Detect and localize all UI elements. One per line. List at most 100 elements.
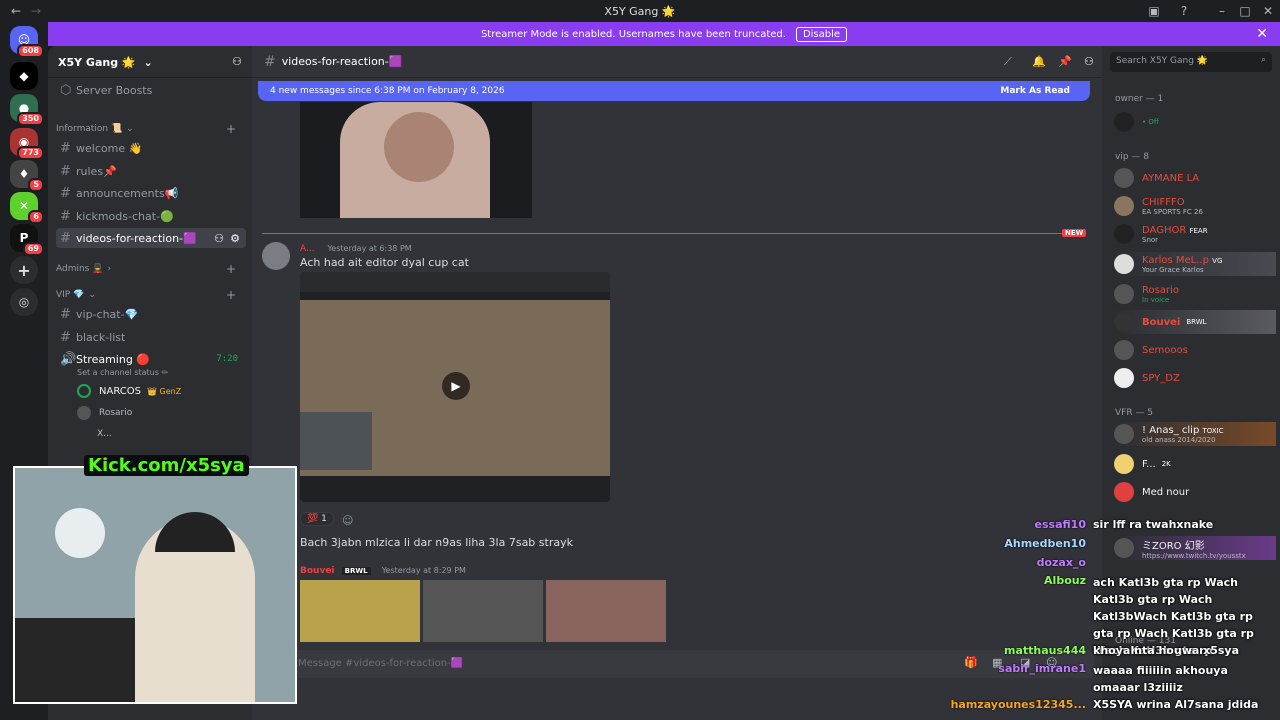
member-activity: old anass 2014/2020 [1142, 435, 1216, 444]
member-group-header: vip — 8 [1115, 152, 1149, 162]
invite-people-icon[interactable]: ⚇ [232, 55, 242, 68]
category-admins[interactable]: Admins 💂 › + [56, 262, 246, 276]
video-thumbnail[interactable] [423, 580, 543, 642]
server-icon[interactable]: ◉ 773 [10, 128, 44, 160]
video-thumbnail[interactable] [300, 580, 420, 642]
play-icon[interactable]: ▶ [442, 372, 470, 400]
chat-message: X5SYA wrina Al7sana jdida [1093, 698, 1259, 711]
chevron-right-icon: › [107, 264, 112, 274]
server-icon[interactable]: P 69 [10, 224, 44, 256]
server-boosts[interactable]: ⬡ Server Boosts [56, 80, 246, 100]
composer-placeholder: Message #videos-for-reaction-🟪 [298, 658, 464, 669]
channel-rules[interactable]: # rules📌 [56, 161, 246, 181]
member-item[interactable]: Med nour [1114, 480, 1276, 504]
hash-icon: # [60, 185, 71, 201]
guild-tag: FEAR [1189, 226, 1208, 235]
new-messages-bar[interactable]: 4 new messages since 6:38 PM on February… [258, 81, 1090, 101]
member-item[interactable]: Karlos MeL..p VG Your Grace Karlos [1114, 252, 1276, 276]
channel-vip-chat[interactable]: # vip-chat-💎 [56, 304, 246, 324]
avatar[interactable] [262, 242, 290, 270]
channel-title: videos-for-reaction-🟪 [281, 55, 403, 68]
window-close-icon[interactable]: ✕ [1260, 3, 1276, 19]
category-vip[interactable]: VIP 💎 ⌄ + [56, 288, 246, 302]
member-item[interactable]: AYMANE LA [1114, 166, 1276, 190]
mark-as-read-button[interactable]: Mark As Read [1000, 86, 1070, 96]
member-name: AYMANE LA [1142, 172, 1200, 184]
channel-black-list[interactable]: # black-list [56, 327, 246, 347]
voice-channel-streaming[interactable]: 🔊 Streaming 🔴 7:20 [56, 349, 246, 369]
member-item[interactable]: SPY_DZ [1114, 366, 1276, 390]
create-channel-icon[interactable]: + [226, 122, 236, 136]
category-label: Admins 💂 [56, 264, 104, 274]
disable-button[interactable]: Disable [795, 26, 848, 42]
voice-user[interactable]: NARCOS 👑 GenZ [77, 384, 181, 398]
member-item[interactable]: ミZORO 幻影 https://www.twitch.tv/yousstx [1114, 536, 1276, 560]
banner-close-icon[interactable]: ✕ [1256, 26, 1268, 42]
add-reaction-icon[interactable]: ☺ [342, 514, 353, 527]
member-item[interactable]: CHIFFFO EA SPORTS FC 26 [1114, 194, 1276, 218]
hash-icon: # [60, 230, 71, 246]
member-item[interactable]: Rosario In voice [1114, 282, 1276, 306]
channel-welcome[interactable]: # welcome 👋 [56, 138, 246, 158]
hash-icon: # [60, 306, 71, 322]
pin-icon[interactable]: 📌 [1058, 55, 1072, 68]
avatar [1114, 254, 1134, 274]
member-owner[interactable]: • Off [1114, 110, 1276, 134]
video-thumbnail[interactable] [546, 580, 666, 642]
member-item[interactable]: DAGHOR FEAR Snor [1114, 222, 1276, 246]
member-list-icon[interactable]: ⚇ [1084, 55, 1094, 68]
minimize-icon[interactable]: – [1214, 3, 1230, 19]
server-icon[interactable]: ● 350 [10, 94, 44, 126]
server-icon[interactable]: ◆ [10, 62, 38, 90]
voice-user[interactable]: X... [97, 429, 112, 439]
member-name: ! Anas_ clip [1142, 424, 1200, 436]
member-activity: EA SPORTS FC 26 [1142, 207, 1203, 216]
member-item[interactable]: F... 2K [1114, 452, 1276, 476]
video-thumbnail[interactable] [300, 102, 532, 218]
message-author[interactable]: A... Yesterday at 6:38 PM [300, 244, 412, 254]
channel-label: announcements📢 [76, 186, 179, 200]
help-icon[interactable]: ? [1176, 3, 1192, 19]
maximize-icon[interactable]: □ [1237, 3, 1253, 19]
video-embed[interactable]: ▶ [300, 272, 610, 502]
message-timestamp: Yesterday at 8:29 PM [381, 566, 466, 575]
gear-icon[interactable]: ⚙ [230, 232, 240, 245]
member-item[interactable]: Bouvei BRWL [1114, 310, 1276, 334]
member-status: • Off [1142, 118, 1159, 126]
create-channel-icon[interactable]: + [226, 288, 236, 302]
channel-status[interactable]: Set a channel status ✏ [77, 368, 168, 377]
member-activity: Your Grace Karlos [1142, 265, 1204, 274]
chat-username: essafi10 [1034, 518, 1086, 531]
discover-icon[interactable]: ◎ [10, 288, 38, 316]
category-label: VIP 💎 [56, 290, 85, 300]
member-item[interactable]: Semooos [1114, 338, 1276, 362]
direct-messages-icon[interactable]: ☺ 608 [10, 26, 44, 58]
message-author[interactable]: Bouvei BRWL Yesterday at 8:29 PM [300, 566, 466, 576]
streamer-mode-banner: Streamer Mode is enabled. Usernames have… [48, 22, 1280, 46]
search-input[interactable]: Search X5Y Gang 🌟 ⌕ [1110, 52, 1272, 72]
reaction-button[interactable]: 💯 1 [300, 512, 334, 526]
gift-icon[interactable]: 🎁 [964, 656, 978, 669]
channel-announcements[interactable]: # announcements📢 [56, 183, 246, 203]
avatar [1114, 224, 1134, 244]
server-icon[interactable]: ♦ 5 [10, 160, 44, 192]
add-server-icon[interactable]: + [10, 256, 38, 284]
reaction-emoji-icon: 💯 [307, 514, 319, 524]
create-channel-icon[interactable]: + [226, 262, 236, 276]
channel-videos-for-reaction[interactable]: # videos-for-reaction-🟪 ⚇ ⚙ [56, 228, 246, 248]
author-name: Bouvei [300, 566, 335, 576]
mention-badge: 773 [17, 146, 44, 160]
inbox-icon[interactable]: ▣ [1146, 3, 1162, 19]
voice-user[interactable]: Rosario [77, 406, 132, 420]
add-member-icon[interactable]: ⚇ [214, 232, 224, 245]
bell-icon[interactable]: 🔔 [1032, 55, 1046, 68]
threads-icon[interactable]: ⟋ [1004, 55, 1012, 69]
member-item[interactable]: ! Anas_ clip TOXIC old anass 2014/2020 [1114, 422, 1276, 446]
mention-badge: 69 [22, 242, 44, 256]
reaction-count: 1 [321, 514, 327, 524]
channel-label: Streaming 🔴 [76, 352, 151, 366]
server-icon[interactable]: ✕ 6 [10, 192, 44, 224]
category-information[interactable]: Information 📜 ⌄ + [56, 122, 246, 136]
guild-header[interactable]: X5Y Gang 🌟 ⌄ ⚇ [48, 46, 252, 78]
channel-kickmods-chat[interactable]: # kickmods-chat-🟢 [56, 206, 246, 226]
